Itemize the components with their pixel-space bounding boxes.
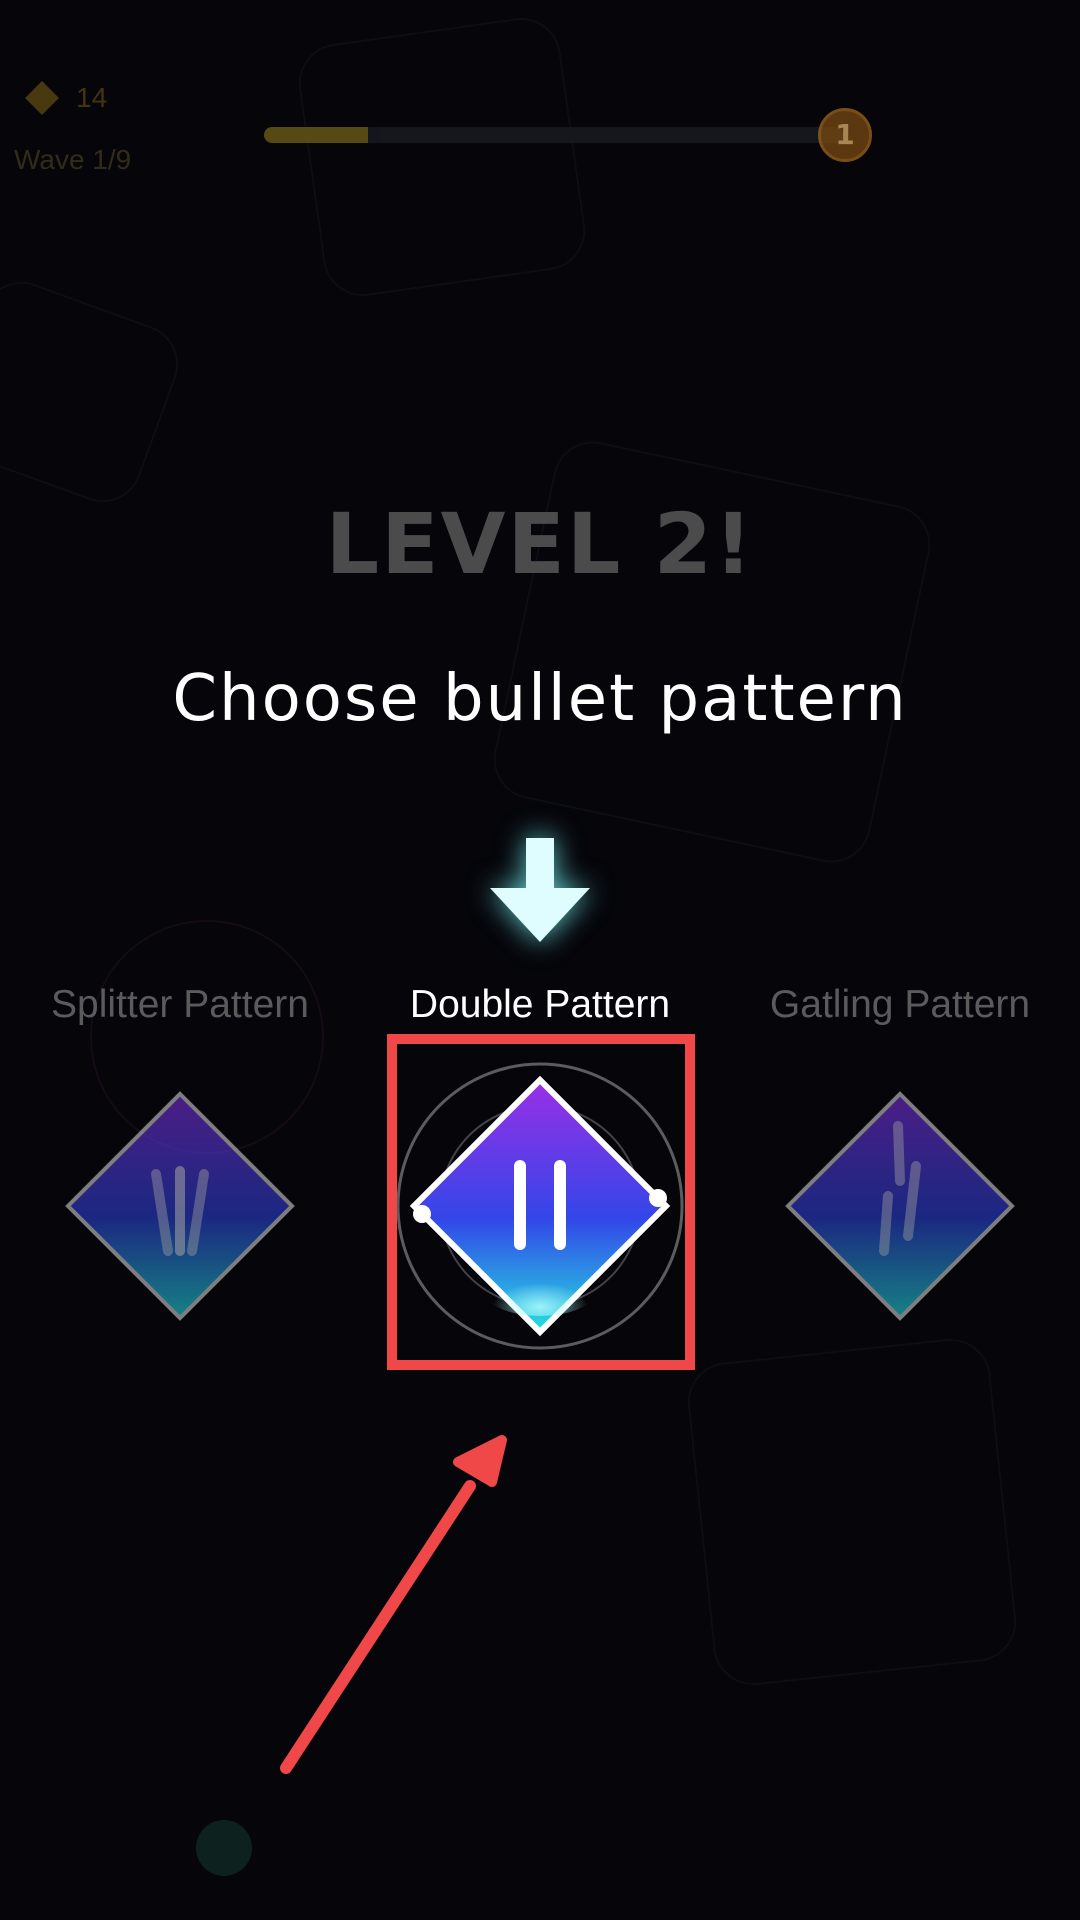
game-background [0, 0, 1080, 1920]
option-label-gatling: Gatling Pattern [769, 983, 1031, 1026]
level-badge: 1 [818, 108, 872, 162]
splitter-pattern-card[interactable] [60, 1086, 300, 1326]
level-up-title: LEVEL 2! [325, 495, 755, 593]
coin-icon [25, 81, 59, 115]
choose-pattern-prompt: Choose bullet pattern [172, 662, 908, 736]
wave-indicator: Wave 1/9 [14, 144, 132, 175]
splitter-pattern-icon [65, 1091, 295, 1321]
down-arrow-icon [490, 838, 590, 942]
gatling-pattern-card[interactable] [780, 1086, 1020, 1326]
player-glow [196, 1820, 252, 1876]
xp-progress-fill [264, 127, 369, 143]
option-label-splitter: Splitter Pattern [51, 983, 309, 1026]
option-label-double: Double Pattern [409, 983, 671, 1026]
coin-counter: 14 [25, 81, 108, 115]
gatling-pattern-icon [785, 1091, 1015, 1321]
xp-progress-bar [264, 127, 844, 143]
selection-highlight-box [387, 1034, 695, 1370]
coin-count: 14 [76, 82, 108, 113]
